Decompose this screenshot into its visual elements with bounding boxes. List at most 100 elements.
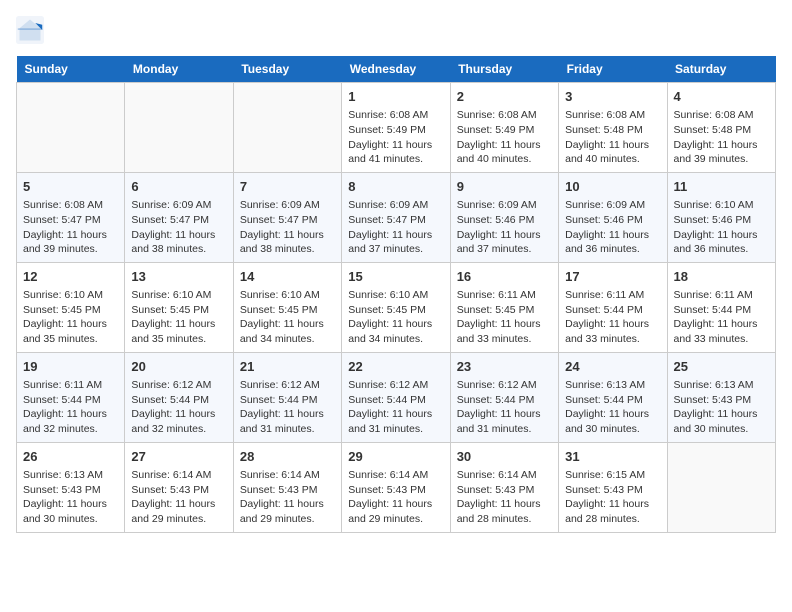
calendar-cell: 24Sunrise: 6:13 AM Sunset: 5:44 PM Dayli… — [559, 352, 667, 442]
calendar-cell: 8 Sunrise: 6:09 AM Sunset: 5:47 PM Daylig… — [342, 172, 450, 262]
day-number: 30 — [457, 448, 552, 466]
day-number: 19 — [23, 358, 118, 376]
calendar-cell — [233, 83, 341, 173]
calendar-cell: 16 Sunrise: 6:11 AM Sunset: 5:45 PM Dayli… — [450, 262, 558, 352]
day-info: Sunrise: 6:09 AM Sunset: 5:47 PM Dayligh… — [240, 198, 335, 257]
calendar-cell: 12 Sunrise: 6:10 AM Sunset: 5:45 PM Dayli… — [17, 262, 125, 352]
day-info: Sunrise: 6:11 AM Sunset: 5:44 PM Dayligh… — [674, 288, 769, 347]
day-number: 28 — [240, 448, 335, 466]
header-saturday: Saturday — [667, 56, 775, 83]
day-info: Sunrise: 6:10 AM Sunset: 5:45 PM Dayligh… — [131, 288, 226, 347]
day-info: Sunrise: 6:10 AM Sunset: 5:46 PM Dayligh… — [674, 198, 769, 257]
header-monday: Monday — [125, 56, 233, 83]
day-number: 10 — [565, 178, 660, 196]
day-info: Sunrise: 6:10 AM Sunset: 5:45 PM Dayligh… — [348, 288, 443, 347]
day-number: 9 — [457, 178, 552, 196]
calendar-cell: 21 Sunrise: 6:12 AM Sunset: 5:44 PM Dayli… — [233, 352, 341, 442]
calendar-cell: 28 Sunrise: 6:14 AM Sunset: 5:43 PM Dayli… — [233, 442, 341, 532]
day-number: 13 — [131, 268, 226, 286]
calendar-cell: 26 Sunrise: 6:13 AM Sunset: 5:43 PM Dayli… — [17, 442, 125, 532]
day-number: 20 — [131, 358, 226, 376]
header-sunday: Sunday — [17, 56, 125, 83]
day-number: 31 — [565, 448, 660, 466]
day-info: Sunrise: 6:14 AM Sunset: 5:43 PM Dayligh… — [240, 468, 335, 527]
day-number: 26 — [23, 448, 118, 466]
day-number: 4 — [674, 88, 769, 106]
day-number: 15 — [348, 268, 443, 286]
day-info: Sunrise: 6:09 AM Sunset: 5:46 PM Dayligh… — [565, 198, 660, 257]
header-tuesday: Tuesday — [233, 56, 341, 83]
day-info: Sunrise: 6:12 AM Sunset: 5:44 PM Dayligh… — [240, 378, 335, 437]
week-row-5: 26 Sunrise: 6:13 AM Sunset: 5:43 PM Dayli… — [17, 442, 776, 532]
calendar-cell: 3 Sunrise: 6:08 AM Sunset: 5:48 PM Daylig… — [559, 83, 667, 173]
calendar-cell: 20Sunrise: 6:12 AM Sunset: 5:44 PM Dayli… — [125, 352, 233, 442]
day-number: 25 — [674, 358, 769, 376]
logo — [16, 16, 46, 44]
calendar-cell: 29Sunrise: 6:14 AM Sunset: 5:43 PM Dayli… — [342, 442, 450, 532]
week-row-3: 12 Sunrise: 6:10 AM Sunset: 5:45 PM Dayli… — [17, 262, 776, 352]
calendar-cell: 23 Sunrise: 6:12 AM Sunset: 5:44 PM Dayli… — [450, 352, 558, 442]
calendar-cell — [125, 83, 233, 173]
day-info: Sunrise: 6:08 AM Sunset: 5:49 PM Dayligh… — [348, 108, 443, 167]
calendar-table: SundayMondayTuesdayWednesdayThursdayFrid… — [16, 56, 776, 533]
day-info: Sunrise: 6:09 AM Sunset: 5:47 PM Dayligh… — [348, 198, 443, 257]
day-info: Sunrise: 6:13 AM Sunset: 5:43 PM Dayligh… — [23, 468, 118, 527]
calendar-cell: 5Sunrise: 6:08 AM Sunset: 5:47 PM Daylig… — [17, 172, 125, 262]
day-number: 6 — [131, 178, 226, 196]
day-info: Sunrise: 6:09 AM Sunset: 5:46 PM Dayligh… — [457, 198, 552, 257]
day-info: Sunrise: 6:10 AM Sunset: 5:45 PM Dayligh… — [240, 288, 335, 347]
day-number: 3 — [565, 88, 660, 106]
day-info: Sunrise: 6:09 AM Sunset: 5:47 PM Dayligh… — [131, 198, 226, 257]
day-number: 29 — [348, 448, 443, 466]
day-number: 8 — [348, 178, 443, 196]
day-number: 27 — [131, 448, 226, 466]
calendar-cell: 17 Sunrise: 6:11 AM Sunset: 5:44 PM Dayli… — [559, 262, 667, 352]
calendar-cell — [17, 83, 125, 173]
day-info: Sunrise: 6:10 AM Sunset: 5:45 PM Dayligh… — [23, 288, 118, 347]
week-row-2: 5Sunrise: 6:08 AM Sunset: 5:47 PM Daylig… — [17, 172, 776, 262]
day-number: 23 — [457, 358, 552, 376]
header-friday: Friday — [559, 56, 667, 83]
calendar-cell: 14 Sunrise: 6:10 AM Sunset: 5:45 PM Dayli… — [233, 262, 341, 352]
day-info: Sunrise: 6:15 AM Sunset: 5:43 PM Dayligh… — [565, 468, 660, 527]
calendar-cell: 9 Sunrise: 6:09 AM Sunset: 5:46 PM Daylig… — [450, 172, 558, 262]
day-number: 18 — [674, 268, 769, 286]
calendar-cell: 15 Sunrise: 6:10 AM Sunset: 5:45 PM Dayli… — [342, 262, 450, 352]
day-info: Sunrise: 6:08 AM Sunset: 5:48 PM Dayligh… — [674, 108, 769, 167]
day-number: 2 — [457, 88, 552, 106]
calendar-cell: 27Sunrise: 6:14 AM Sunset: 5:43 PM Dayli… — [125, 442, 233, 532]
calendar-cell: 1 Sunrise: 6:08 AM Sunset: 5:49 PM Daylig… — [342, 83, 450, 173]
calendar-cell: 4 Sunrise: 6:08 AM Sunset: 5:48 PM Daylig… — [667, 83, 775, 173]
calendar-cell: 30 Sunrise: 6:14 AM Sunset: 5:43 PM Dayli… — [450, 442, 558, 532]
day-number: 14 — [240, 268, 335, 286]
day-info: Sunrise: 6:11 AM Sunset: 5:45 PM Dayligh… — [457, 288, 552, 347]
day-info: Sunrise: 6:11 AM Sunset: 5:44 PM Dayligh… — [23, 378, 118, 437]
calendar-cell: 6 Sunrise: 6:09 AM Sunset: 5:47 PM Daylig… — [125, 172, 233, 262]
day-number: 12 — [23, 268, 118, 286]
calendar-cell — [667, 442, 775, 532]
day-number: 24 — [565, 358, 660, 376]
day-number: 21 — [240, 358, 335, 376]
day-number: 1 — [348, 88, 443, 106]
day-info: Sunrise: 6:13 AM Sunset: 5:43 PM Dayligh… — [674, 378, 769, 437]
calendar-cell: 13 Sunrise: 6:10 AM Sunset: 5:45 PM Dayli… — [125, 262, 233, 352]
calendar-cell: 7 Sunrise: 6:09 AM Sunset: 5:47 PM Daylig… — [233, 172, 341, 262]
week-row-1: 1 Sunrise: 6:08 AM Sunset: 5:49 PM Daylig… — [17, 83, 776, 173]
day-number: 5 — [23, 178, 118, 196]
day-number: 17 — [565, 268, 660, 286]
calendar-cell: 22 Sunrise: 6:12 AM Sunset: 5:44 PM Dayli… — [342, 352, 450, 442]
day-info: Sunrise: 6:12 AM Sunset: 5:44 PM Dayligh… — [348, 378, 443, 437]
day-number: 22 — [348, 358, 443, 376]
week-row-4: 19 Sunrise: 6:11 AM Sunset: 5:44 PM Dayli… — [17, 352, 776, 442]
page-header — [16, 16, 776, 44]
day-info: Sunrise: 6:14 AM Sunset: 5:43 PM Dayligh… — [457, 468, 552, 527]
day-number: 7 — [240, 178, 335, 196]
day-info: Sunrise: 6:12 AM Sunset: 5:44 PM Dayligh… — [457, 378, 552, 437]
calendar-cell: 31 Sunrise: 6:15 AM Sunset: 5:43 PM Dayli… — [559, 442, 667, 532]
day-number: 16 — [457, 268, 552, 286]
day-number: 11 — [674, 178, 769, 196]
day-info: Sunrise: 6:11 AM Sunset: 5:44 PM Dayligh… — [565, 288, 660, 347]
header-wednesday: Wednesday — [342, 56, 450, 83]
header-thursday: Thursday — [450, 56, 558, 83]
day-info: Sunrise: 6:08 AM Sunset: 5:48 PM Dayligh… — [565, 108, 660, 167]
